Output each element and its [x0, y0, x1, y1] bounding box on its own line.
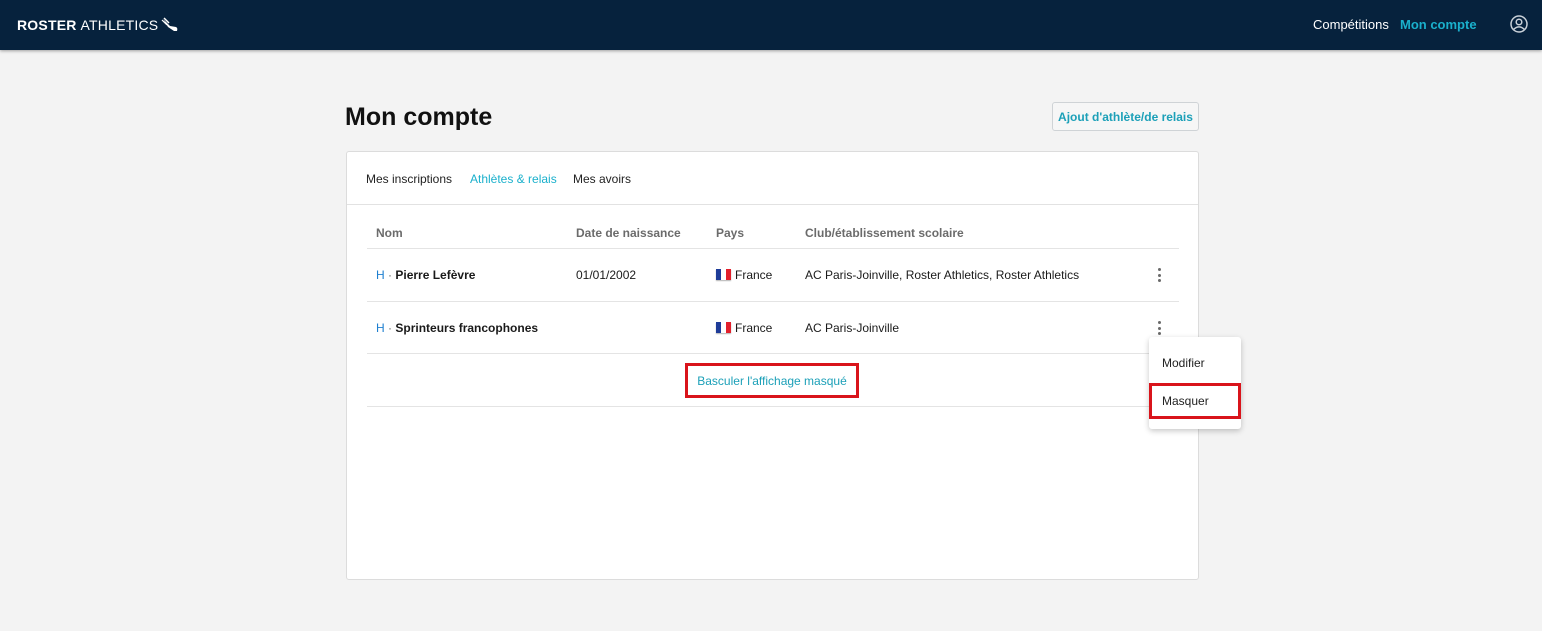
divider	[367, 301, 1179, 302]
separator: ·	[388, 268, 393, 282]
athletes-card: Mes inscriptions Athlètes & relais Mes a…	[346, 151, 1199, 580]
country-name: France	[735, 321, 773, 335]
top-navbar: ROSTER ATHLETICS Compétitions Mon compte	[0, 0, 1542, 50]
row-menu-button[interactable]	[1152, 267, 1166, 283]
tab-athletes-relays[interactable]: Athlètes & relais	[470, 172, 557, 186]
relay-name-cell[interactable]: H · Sprinteurs francophones	[376, 321, 538, 335]
row-menu-button[interactable]	[1152, 320, 1166, 336]
athlete-name-cell[interactable]: H · Pierre Lefèvre	[376, 268, 475, 282]
country-name: France	[735, 268, 773, 282]
column-header-club: Club/établissement scolaire	[805, 226, 964, 240]
sex-label: H	[376, 321, 385, 335]
column-header-birthdate: Date de naissance	[576, 226, 681, 240]
column-header-country: Pays	[716, 226, 745, 240]
tabs-bar: Mes inscriptions Athlètes & relais Mes a…	[347, 152, 1198, 205]
menu-item-edit[interactable]: Modifier	[1149, 345, 1241, 381]
winged-shoe-icon	[161, 17, 178, 31]
tab-my-registrations[interactable]: Mes inscriptions	[366, 172, 452, 186]
club-cell: AC Paris-Joinville	[805, 321, 900, 335]
user-circle-icon[interactable]	[1510, 15, 1528, 33]
france-flag-icon	[716, 269, 731, 280]
divider	[367, 406, 1179, 407]
brand-name-light: ATHLETICS	[80, 17, 159, 33]
menu-item-hide[interactable]: Masquer	[1149, 383, 1241, 419]
toggle-hidden-display-link[interactable]: Basculer l'affichage masqué	[685, 363, 859, 398]
country-cell: France	[716, 268, 772, 282]
country-cell: France	[716, 321, 772, 335]
row-context-menu: Modifier Masquer	[1149, 337, 1241, 429]
birthdate-cell: 01/01/2002	[576, 268, 637, 282]
sex-label: H	[376, 268, 385, 282]
divider	[367, 248, 1179, 249]
nav-my-account[interactable]: Mon compte	[1400, 17, 1477, 32]
separator: ·	[388, 321, 393, 335]
club-cell: AC Paris-Joinville, Roster Athletics, Ro…	[805, 268, 1080, 282]
page-title: Mon compte	[345, 103, 493, 131]
france-flag-icon	[716, 322, 731, 333]
nav-competitions[interactable]: Compétitions	[1313, 17, 1389, 32]
divider	[367, 353, 1179, 354]
tab-my-credits[interactable]: Mes avoirs	[573, 172, 631, 186]
brand-logo[interactable]: ROSTER ATHLETICS	[17, 16, 179, 34]
athlete-name: Pierre Lefèvre	[395, 268, 476, 282]
relay-name: Sprinteurs francophones	[395, 321, 539, 335]
add-athlete-relay-button[interactable]: Ajout d'athlète/de relais	[1052, 102, 1199, 131]
brand-name-bold: ROSTER	[17, 17, 77, 33]
column-header-name: Nom	[376, 226, 403, 240]
